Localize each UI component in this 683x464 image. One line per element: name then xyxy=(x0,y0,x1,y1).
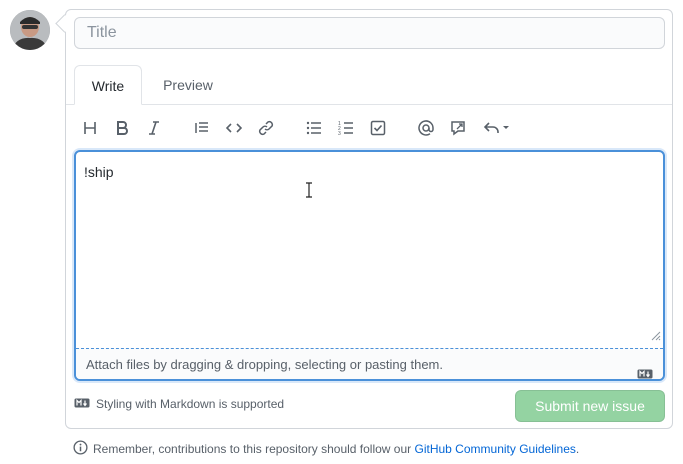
markdown-icon xyxy=(74,397,90,411)
tab-write[interactable]: Write xyxy=(74,65,142,105)
markdown-icon xyxy=(637,359,653,379)
heading-icon[interactable] xyxy=(79,117,101,139)
markdown-note-label: Styling with Markdown is supported xyxy=(96,397,285,411)
task-list-icon[interactable] xyxy=(367,117,389,139)
editor-text[interactable]: !ship xyxy=(84,164,114,180)
resize-grip-icon[interactable] xyxy=(649,328,661,346)
ordered-list-icon[interactable]: 123 xyxy=(335,117,357,139)
community-guidelines-link[interactable]: GitHub Community Guidelines xyxy=(415,442,576,456)
svg-text:3: 3 xyxy=(338,131,341,136)
attach-files-bar[interactable]: Attach files by dragging & dropping, sel… xyxy=(76,348,663,379)
unordered-list-icon[interactable] xyxy=(303,117,325,139)
info-icon xyxy=(73,440,88,458)
contribution-guidelines-note: Remember, contributions to this reposito… xyxy=(73,440,579,458)
footer-suffix: . xyxy=(575,442,580,456)
mention-icon[interactable] xyxy=(415,117,437,139)
reference-icon[interactable] xyxy=(447,117,469,139)
attach-hint: Attach files by dragging & dropping, sel… xyxy=(86,357,443,372)
reply-icon[interactable] xyxy=(481,117,513,139)
user-avatar[interactable] xyxy=(10,10,50,50)
bold-icon[interactable] xyxy=(111,117,133,139)
title-input[interactable] xyxy=(74,17,665,49)
italic-icon[interactable] xyxy=(143,117,165,139)
footer-prefix: Remember, contributions to this reposito… xyxy=(93,442,415,456)
submit-new-issue-button[interactable]: Submit new issue xyxy=(515,390,665,422)
markdown-note[interactable]: Styling with Markdown is supported xyxy=(74,397,284,411)
comment-editor[interactable]: !ship Attach files by dragging & droppin… xyxy=(74,150,665,381)
quote-icon[interactable] xyxy=(191,117,213,139)
link-icon[interactable] xyxy=(255,117,277,139)
code-icon[interactable] xyxy=(223,117,245,139)
text-cursor-icon xyxy=(305,182,313,203)
tab-preview[interactable]: Preview xyxy=(148,65,228,105)
